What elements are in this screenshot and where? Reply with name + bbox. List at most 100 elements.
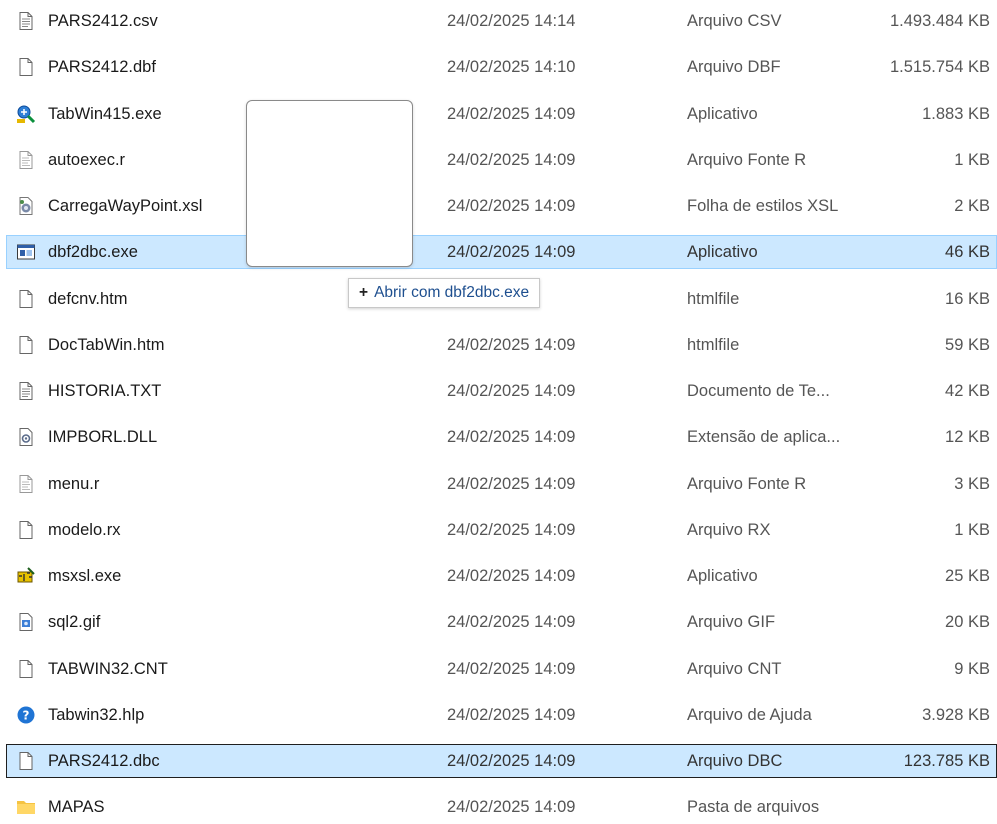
file-type: Arquivo DBC (687, 752, 783, 770)
file-name: DocTabWin.htm (48, 336, 165, 354)
drop-action-label: Abrir com dbf2dbc.exe (374, 284, 530, 301)
file-type: Arquivo Fonte R (687, 151, 807, 169)
file-name: defcnv.htm (48, 290, 128, 308)
blank-file-icon (16, 659, 36, 679)
plus-icon: + (359, 284, 369, 301)
file-size: 1.883 KB (922, 105, 990, 123)
file-size: 3.928 KB (922, 706, 990, 724)
file-name: sql2.gif (48, 613, 101, 631)
file-type: Arquivo CNT (687, 660, 782, 678)
file-type: Aplicativo (687, 243, 758, 261)
svg-text:?: ? (23, 709, 30, 723)
file-size: 59 KB (945, 336, 990, 354)
file-name: TABWIN32.CNT (48, 660, 168, 678)
file-type: Extensão de aplica... (687, 428, 841, 446)
text-document-icon (16, 11, 36, 31)
file-row[interactable]: dbf2dbc.exe 24/02/2025 14:09 Aplicativo 46 … (6, 235, 997, 269)
text-document-icon (16, 381, 36, 401)
file-type: Arquivo CSV (687, 12, 782, 30)
file-row[interactable]: modelo.rx 24/02/2025 14:09 Arquivo RX 1 KB (6, 513, 997, 547)
file-date-modified: 24/02/2025 14:09 (447, 105, 576, 123)
blank-file-icon (16, 520, 36, 540)
file-date-modified: 24/02/2025 14:09 (447, 706, 576, 724)
file-name: MAPAS (48, 798, 105, 816)
drop-action-tooltip: + Abrir com dbf2dbc.exe (348, 278, 541, 308)
file-date-modified: 24/02/2025 14:09 (447, 660, 576, 678)
file-type: Aplicativo (687, 105, 758, 123)
file-row[interactable]: ? Tabwin32.hlp 24/02/2025 14:09 Arquivo de … (6, 698, 997, 732)
file-name: PARS2412.dbf (48, 58, 156, 76)
drag-preview-thumbnail (246, 100, 413, 267)
file-size: 9 KB (954, 660, 990, 678)
file-row[interactable]: sql2.gif 24/02/2025 14:09 Arquivo GIF 20 KB (6, 605, 997, 639)
folder-icon (16, 797, 36, 817)
file-type: Arquivo de Ajuda (687, 706, 812, 724)
file-date-modified: 24/02/2025 14:09 (447, 613, 576, 631)
file-size: 1.515.754 KB (890, 58, 990, 76)
file-name: HISTORIA.TXT (48, 382, 162, 400)
file-type: Arquivo DBF (687, 58, 781, 76)
file-date-modified: 24/02/2025 14:09 (447, 567, 576, 585)
file-type: Arquivo RX (687, 521, 771, 539)
file-size: 1 KB (954, 151, 990, 169)
file-row[interactable]: TABWIN32.CNT 24/02/2025 14:09 Arquivo CNT 9… (6, 652, 997, 686)
file-type: Aplicativo (687, 567, 758, 585)
file-date-modified: 24/02/2025 14:10 (447, 58, 576, 76)
file-size: 1.493.484 KB (890, 12, 990, 30)
file-type: Arquivo GIF (687, 613, 776, 631)
file-row[interactable]: HISTORIA.TXT 24/02/2025 14:09 Documento de… (6, 374, 997, 408)
file-type: htmlfile (687, 336, 740, 354)
file-date-modified: 24/02/2025 14:09 (447, 151, 576, 169)
file-size: 42 KB (945, 382, 990, 400)
file-row[interactable]: msxsl.exe 24/02/2025 14:09 Aplicativo 25 KB (6, 559, 997, 593)
file-row[interactable]: autoexec.r 24/02/2025 14:09 Arquivo Fonte … (6, 143, 997, 177)
file-size: 20 KB (945, 613, 990, 631)
source-file-icon (16, 150, 36, 170)
file-row[interactable]: IMPBORL.DLL 24/02/2025 14:09 Extensão de a… (6, 420, 997, 454)
file-name: PARS2412.csv (48, 12, 158, 30)
file-row[interactable]: PARS2412.dbc 24/02/2025 14:09 Arquivo DBC 1… (6, 744, 997, 778)
file-name: IMPBORL.DLL (48, 428, 158, 446)
file-name: TabWin415.exe (48, 105, 162, 123)
file-date-modified: 24/02/2025 14:09 (447, 752, 576, 770)
file-date-modified: 24/02/2025 14:09 (447, 243, 576, 261)
file-size: 3 KB (954, 475, 990, 493)
file-date-modified: 24/02/2025 14:09 (447, 428, 576, 446)
file-row[interactable]: PARS2412.csv 24/02/2025 14:14 Arquivo CSV 1… (6, 4, 997, 38)
file-row[interactable]: CarregaWayPoint.xsl 24/02/2025 14:09 Folha… (6, 189, 997, 223)
file-size: 123.785 KB (903, 752, 990, 770)
blank-file-icon (16, 289, 36, 309)
file-row[interactable]: TabWin415.exe 24/02/2025 14:09 Aplicativo 1… (6, 97, 997, 131)
file-type: htmlfile (687, 290, 740, 308)
file-list: PARS2412.csv 24/02/2025 14:14 Arquivo CSV 1… (0, 0, 997, 823)
file-date-modified: 24/02/2025 14:09 (447, 382, 576, 400)
file-type: Folha de estilos XSL (687, 197, 839, 215)
file-size: 46 KB (945, 243, 990, 261)
image-file-icon (16, 612, 36, 632)
file-row[interactable]: menu.r 24/02/2025 14:09 Arquivo Fonte R 3 K… (6, 467, 997, 501)
dll-file-icon (16, 427, 36, 447)
file-name: dbf2dbc.exe (48, 243, 138, 261)
file-name: Tabwin32.hlp (48, 706, 145, 724)
window-app-icon (16, 242, 36, 262)
file-date-modified: 24/02/2025 14:09 (447, 336, 576, 354)
file-date-modified: 24/02/2025 14:09 (447, 798, 576, 816)
file-row[interactable]: MAPAS 24/02/2025 14:09 Pasta de arquivos (6, 790, 997, 824)
file-name: msxsl.exe (48, 567, 122, 585)
file-name: menu.r (48, 475, 100, 493)
file-type: Documento de Te... (687, 382, 830, 400)
file-name: PARS2412.dbc (48, 752, 160, 770)
file-date-modified: 24/02/2025 14:09 (447, 475, 576, 493)
file-type: Arquivo Fonte R (687, 475, 807, 493)
xsl-file-icon (16, 196, 36, 216)
file-type: Pasta de arquivos (687, 798, 820, 816)
file-size: 1 KB (954, 521, 990, 539)
file-row[interactable]: DocTabWin.htm 24/02/2025 14:09 htmlfile 59 … (6, 328, 997, 362)
blank-file-icon (16, 335, 36, 355)
file-row[interactable]: PARS2412.dbf 24/02/2025 14:10 Arquivo DBF 1… (6, 50, 997, 84)
file-size: 16 KB (945, 290, 990, 308)
file-date-modified: 24/02/2025 14:09 (447, 197, 576, 215)
blank-file-icon (16, 57, 36, 77)
msxsl-app-icon (16, 566, 36, 586)
file-name: autoexec.r (48, 151, 126, 169)
